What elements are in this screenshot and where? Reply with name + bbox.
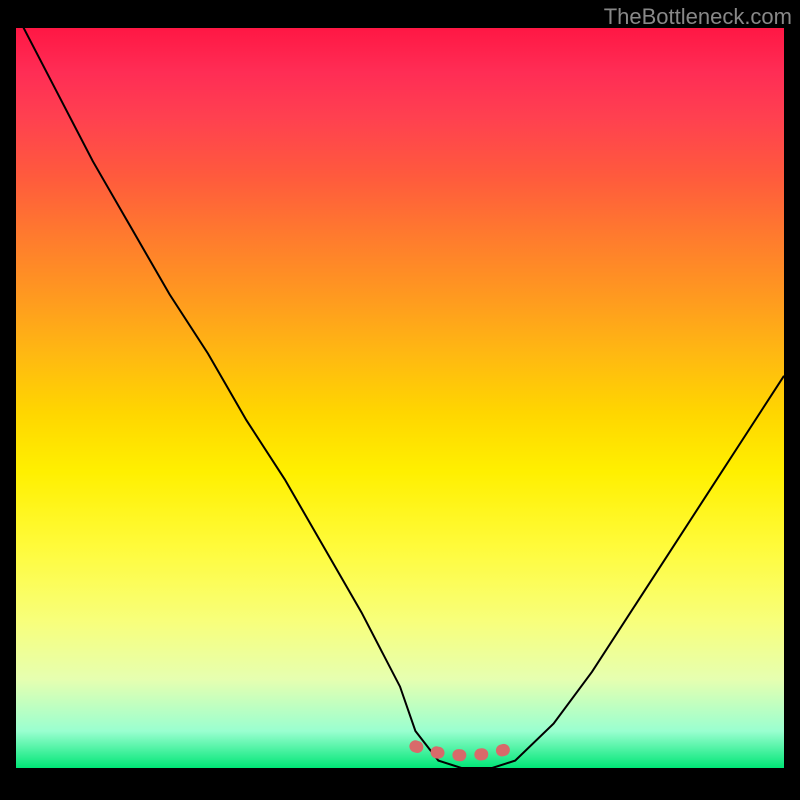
- curve-path: [16, 13, 784, 768]
- chart-container: TheBottleneck.com: [0, 0, 800, 800]
- plot-area: [16, 28, 784, 768]
- watermark-label: TheBottleneck.com: [604, 4, 792, 30]
- chart-svg: [16, 28, 784, 768]
